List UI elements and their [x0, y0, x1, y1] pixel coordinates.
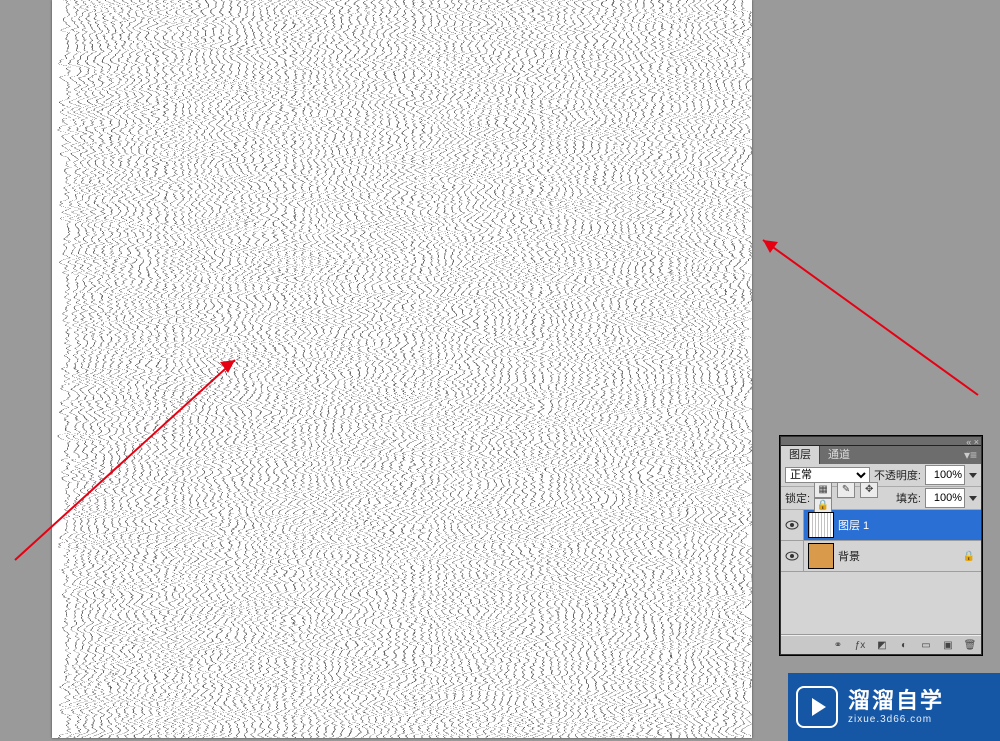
opacity-input[interactable]: [925, 465, 965, 485]
lock-pixels-icon[interactable]: ✎: [837, 482, 855, 498]
layers-panel[interactable]: « × 图层 通道 ▾≡ 正常 不透明度: 锁定: ▦ ✎ ✥ 🔒 填充:: [780, 436, 982, 655]
layer-list-empty-area[interactable]: [781, 572, 981, 635]
opacity-label: 不透明度:: [874, 467, 921, 483]
layer-thumbnail[interactable]: [808, 512, 834, 538]
link-layers-icon[interactable]: ⚭: [830, 638, 846, 652]
lock-label: 锁定:: [785, 490, 810, 506]
brand-watermark: 溜溜自学 zixue.3d66.com: [788, 673, 1000, 741]
panel-grip[interactable]: « ×: [781, 437, 981, 446]
brand-title: 溜溜自学: [848, 689, 944, 713]
panel-menu-icon[interactable]: ▾≡: [960, 446, 981, 464]
visibility-toggle[interactable]: [781, 541, 804, 571]
layers-panel-footer: ⚭ ƒx ◩ ◐ ▭ ▣ 🗑: [781, 635, 981, 654]
adjustment-icon[interactable]: ◐: [896, 638, 912, 652]
annotation-arrow-right: [748, 225, 998, 405]
visibility-toggle[interactable]: [781, 510, 804, 540]
layer-name[interactable]: 背景: [838, 548, 963, 564]
fill-flyout-icon[interactable]: [969, 496, 977, 501]
lock-icon: 🔒: [963, 551, 975, 562]
lock-position-icon[interactable]: ✥: [860, 482, 878, 498]
document-canvas[interactable]: [52, 0, 752, 738]
layer-thumbnail[interactable]: [808, 543, 834, 569]
new-layer-icon[interactable]: ▣: [940, 638, 956, 652]
layer-row[interactable]: 图层 1: [781, 510, 981, 541]
lock-transparent-icon[interactable]: ▦: [814, 482, 832, 498]
mask-icon[interactable]: ◩: [874, 638, 890, 652]
layer-list: 图层 1 背景 🔒: [781, 510, 981, 572]
opacity-flyout-icon[interactable]: [969, 473, 977, 478]
collapse-icon[interactable]: « ×: [966, 437, 979, 447]
lock-icons-group: ▦ ✎ ✥ 🔒: [814, 482, 888, 514]
tab-layers[interactable]: 图层: [781, 445, 820, 464]
group-icon[interactable]: ▭: [918, 638, 934, 652]
layer-name[interactable]: 图层 1: [838, 517, 981, 533]
fx-icon[interactable]: ƒx: [852, 638, 868, 652]
layer-row[interactable]: 背景 🔒: [781, 541, 981, 572]
play-icon: [796, 686, 838, 728]
tab-channels[interactable]: 通道: [820, 446, 858, 464]
fill-label: 填充:: [896, 490, 921, 506]
brand-domain: zixue.3d66.com: [848, 714, 944, 725]
blend-mode-select[interactable]: 正常: [785, 467, 870, 483]
fill-input[interactable]: [925, 488, 965, 508]
trash-icon[interactable]: 🗑: [962, 638, 978, 652]
wood-grain-texture: [52, 0, 752, 738]
